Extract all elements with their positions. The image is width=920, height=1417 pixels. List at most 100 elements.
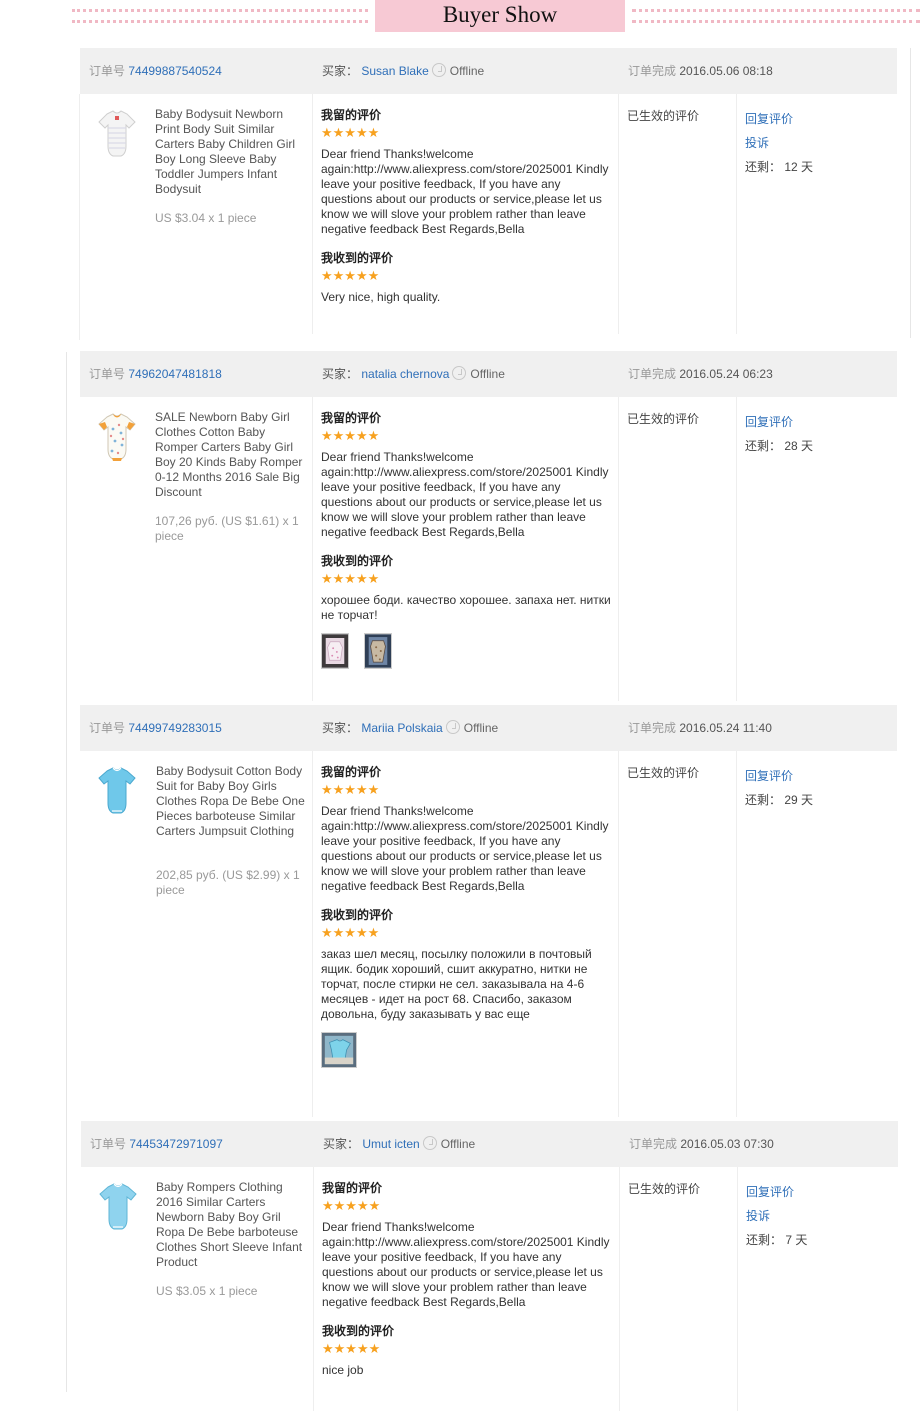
- product-title[interactable]: Baby Bodysuit Newborn Print Body Suit Si…: [155, 107, 305, 197]
- received-feedback-text: заказ шел месяц, посылку положили в почт…: [321, 947, 592, 1021]
- order-number: 订单号 74499749283015: [89, 705, 222, 751]
- reply-feedback-link[interactable]: 回复评价: [746, 1180, 807, 1204]
- order-block: 订单号 74962047481818 买家： natalia chernova O…: [79, 351, 897, 705]
- feedback-column: 我留的评价 ★★★★★ Dear friend Thanks!welcome a…: [321, 108, 613, 305]
- feedback-column: 我留的评价 ★★★★★ Dear friend Thanks!welcome a…: [321, 411, 613, 671]
- buyer-label: 买家：: [322, 721, 359, 735]
- feedback-column: 我留的评价 ★★★★★ Dear friend Thanks!welcome a…: [321, 765, 613, 1070]
- order-number-link[interactable]: 74453472971097: [129, 1137, 222, 1151]
- feedback-actions: 回复评价 还剩： 29 天: [745, 764, 813, 812]
- buyer-name-link[interactable]: natalia chernova: [361, 367, 449, 381]
- offline-status-icon: [445, 720, 460, 734]
- review-photo-thumbnail[interactable]: [321, 633, 349, 669]
- column-divider: [618, 94, 619, 334]
- reply-feedback-link[interactable]: 回复评价: [745, 764, 813, 788]
- buyer-name-link[interactable]: Umut icten: [362, 1137, 419, 1151]
- given-rating-stars: ★★★★★: [321, 782, 380, 797]
- received-feedback-title: 我收到的评价: [322, 1324, 395, 1338]
- received-feedback-title: 我收到的评价: [321, 908, 394, 922]
- column-divider: [736, 397, 737, 701]
- column-divider: [312, 751, 313, 1117]
- blue-bodysuit-image[interactable]: [95, 765, 139, 817]
- printed-romper-image[interactable]: [95, 411, 139, 463]
- given-feedback-text: Dear friend Thanks!welcome again:http://…: [321, 450, 609, 539]
- page-right-border: [910, 48, 911, 338]
- review-photos: [321, 1032, 613, 1070]
- buyer-name-link[interactable]: Susan Blake: [361, 64, 428, 78]
- remaining-days: 12 天: [784, 160, 814, 174]
- banner-dotted-line-left: [72, 9, 368, 23]
- order-number-link[interactable]: 74499887540524: [128, 64, 221, 78]
- given-feedback-title: 我留的评价: [321, 411, 382, 425]
- buyer-name-link[interactable]: Mariia Polskaia: [361, 721, 442, 735]
- order-number-label: 订单号: [89, 367, 126, 381]
- order-number-link[interactable]: 74962047481818: [128, 367, 221, 381]
- given-rating-stars: ★★★★★: [322, 1198, 381, 1213]
- order-completed-time: 2016.05.06 08:18: [679, 64, 773, 78]
- product-title[interactable]: Baby Rompers Clothing 2016 Similar Carte…: [156, 1180, 306, 1270]
- buyer-label: 买家：: [322, 64, 359, 78]
- effective-feedback-status: 已生效的评价: [627, 412, 700, 426]
- remaining-time: 还剩： 29 天: [745, 788, 813, 812]
- column-divider: [312, 397, 313, 701]
- received-feedback-title: 我收到的评价: [321, 554, 394, 568]
- white-striped-bodysuit-image[interactable]: [95, 108, 139, 160]
- column-divider: [619, 1167, 620, 1411]
- offline-status: Offline: [470, 367, 505, 381]
- given-feedback-title: 我留的评价: [321, 765, 382, 779]
- review-photos: [321, 633, 613, 671]
- order-completed-label: 订单完成: [628, 367, 677, 381]
- remaining-days: 7 天: [785, 1233, 808, 1247]
- order-completed: 订单完成 2016.05.03 07:30: [629, 1121, 774, 1167]
- banner-title: Buyer Show: [442, 2, 558, 27]
- column-divider: [618, 397, 619, 701]
- column-divider: [313, 1167, 314, 1411]
- order-number-link[interactable]: 74499749283015: [128, 721, 221, 735]
- given-feedback-title: 我留的评价: [321, 108, 382, 122]
- complain-link[interactable]: 投诉: [745, 131, 813, 155]
- feedback-actions: 回复评价 还剩： 28 天: [745, 410, 813, 458]
- product-title[interactable]: Baby Bodysuit Cotton Body Suit for Baby …: [156, 764, 306, 839]
- remaining-time: 还剩： 7 天: [746, 1228, 807, 1252]
- product-price: US $3.05 x 1 piece: [156, 1284, 258, 1298]
- given-rating-stars: ★★★★★: [321, 428, 380, 443]
- product-price: 107,26 руб. (US $1.61) x 1 piece: [155, 514, 299, 543]
- given-feedback-text: Dear friend Thanks!welcome again:http://…: [321, 147, 609, 236]
- received-feedback-title: 我收到的评价: [321, 251, 394, 265]
- order-completed: 订单完成 2016.05.06 08:18: [628, 48, 773, 94]
- reply-feedback-link[interactable]: 回复评价: [745, 410, 813, 434]
- order-number: 订单号 74453472971097: [90, 1121, 223, 1167]
- reply-feedback-link[interactable]: 回复评价: [745, 107, 813, 131]
- order-completed-label: 订单完成: [628, 64, 677, 78]
- offline-status: Offline: [440, 1137, 476, 1151]
- product-title[interactable]: SALE Newborn Baby Girl Clothes Cotton Ba…: [155, 410, 305, 500]
- review-photo-thumbnail[interactable]: [321, 1032, 357, 1068]
- column-divider: [736, 94, 737, 334]
- order-completed-label: 订单完成: [629, 1137, 678, 1151]
- review-photo-thumbnail[interactable]: [364, 633, 393, 669]
- buyer-info: 买家： Susan Blake Offline: [322, 48, 484, 94]
- product-price: US $3.04 x 1 piece: [155, 211, 257, 225]
- buyer-info: 买家： natalia chernova Offline: [322, 351, 505, 397]
- banner-dotted-line-right: [632, 9, 920, 23]
- order-number: 订单号 74962047481818: [89, 351, 222, 397]
- light-blue-bodysuit-image[interactable]: [96, 1181, 140, 1233]
- effective-feedback-status: 已生效的评价: [627, 109, 700, 123]
- order-header: 订单号 74499887540524 买家： Susan Blake Offlin…: [80, 48, 897, 94]
- received-rating-stars: ★★★★★: [321, 268, 380, 283]
- given-rating-stars: ★★★★★: [321, 125, 380, 140]
- order-number-label: 订单号: [89, 64, 126, 78]
- order-header: 订单号 74453472971097 买家： Umut icten Offline…: [81, 1121, 898, 1167]
- order-body: Baby Rompers Clothing 2016 Similar Carte…: [80, 1167, 898, 1411]
- remaining-time: 还剩： 12 天: [745, 155, 813, 179]
- page-left-border: [66, 352, 67, 1392]
- received-rating-stars: ★★★★★: [322, 1341, 381, 1356]
- complain-link[interactable]: 投诉: [746, 1204, 807, 1228]
- received-feedback-text: Very nice, high quality.: [321, 290, 441, 304]
- buyer-label: 买家：: [322, 367, 359, 381]
- order-completed: 订单完成 2016.05.24 06:23: [628, 351, 773, 397]
- effective-feedback-status: 已生效的评价: [627, 766, 700, 780]
- order-number-label: 订单号: [89, 721, 126, 735]
- remaining-label: 还剩：: [745, 793, 782, 807]
- offline-status: Offline: [463, 721, 499, 735]
